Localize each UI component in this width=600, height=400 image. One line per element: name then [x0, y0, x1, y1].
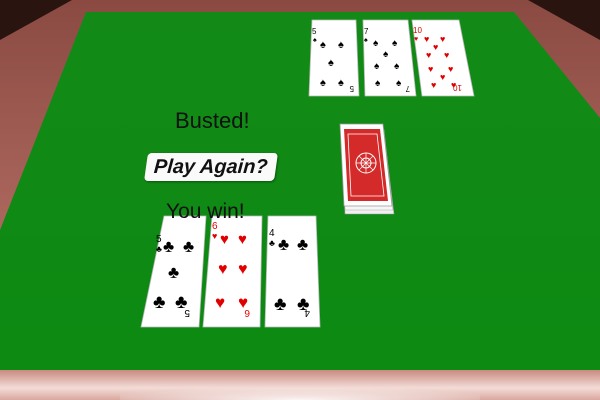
player-card-4-clubs: 4 ♣ ♣ ♣ ♣ ♣ 4 [264, 215, 321, 328]
player-card-3-pip-club-icon: ♣ [274, 294, 286, 315]
player-card-2-pip-heart-icon: ♥ [238, 261, 248, 278]
player-card-1-corner-club-icon: ♣ [156, 244, 162, 254]
dealer-card-3-pip-heart-icon: ♥ [440, 34, 445, 44]
dealer-card-1-pip-spade-icon: ♠ [338, 77, 344, 89]
dealer-status-text: Busted! [175, 108, 250, 133]
dealer-card-2-pip-spade-icon: ♠ [374, 61, 380, 72]
dealer-card-2-pip-spade-icon: ♠ [375, 78, 381, 89]
player-card-1-pip-club-icon: ♣ [163, 237, 174, 256]
dealer-card-3-pip-heart-icon: ♥ [426, 50, 431, 60]
player-card-1-pip-club-icon: ♣ [168, 263, 179, 282]
dealer-card-2-pip-spade-icon: ♠ [392, 38, 398, 49]
player-card-3-pip-club-icon: ♣ [278, 235, 289, 254]
dealer-card-3-pip-heart-icon: ♥ [444, 50, 449, 60]
dealer-card-2-pip-spade-icon: ♠ [394, 61, 400, 72]
player-card-1-rank-bottom: 5 [184, 307, 190, 318]
player-card-3-pip-club-icon: ♣ [297, 235, 308, 254]
player-card-3-rank-bottom: 4 [304, 307, 310, 318]
player-card-1-pip-club-icon: ♣ [183, 237, 194, 256]
dealer-card-3-corner-heart-icon: ♥ [414, 36, 418, 43]
rail-highlight [120, 378, 480, 400]
dealer-card-2-pip-spade-icon: ♠ [396, 78, 402, 89]
dealer-card-1-pip-spade-icon: ♠ [338, 39, 344, 51]
dealer-card-2-pip-spade-icon: ♠ [383, 49, 389, 60]
play-again-button[interactable]: Play Again? [144, 153, 278, 181]
player-card-1-pip-club-icon: ♣ [153, 292, 165, 313]
dealer-card-3-pip-heart-icon: ♥ [448, 64, 453, 74]
dealer-card-1-corner-spade-icon: ♠ [313, 37, 317, 44]
dealer-card-5-spades: 5 ♠ ♠ ♠ ♠ ♠ ♠ 5 [308, 19, 360, 97]
dealer-card-2-rank: 7 [364, 27, 369, 36]
player-card-2-corner-heart-icon: ♥ [212, 231, 217, 241]
play-again-label: Play Again? [153, 155, 269, 178]
dealer-card-3-pip-heart-icon: ♥ [433, 42, 438, 52]
dealer-card-3-rank: 10 [413, 26, 422, 35]
dealer-card-1-pip-spade-icon: ♠ [320, 39, 326, 51]
player-status-text: You win! [166, 200, 245, 223]
card-table-scene: 5 ♠ ♠ ♠ ♠ ♠ ♠ 5 7 ♠ ♠ ♠ ♠ ♠ ♠ ♠ ♠ 7 10 ♥… [0, 0, 600, 400]
dealer-card-3-pip-heart-icon: ♥ [440, 72, 445, 82]
dealer-card-2-rank-bottom: 7 [405, 84, 410, 93]
dealer-card-3-rank-bottom: 10 [453, 83, 462, 92]
dealer-card-1-rank: 5 [312, 27, 317, 36]
dealer-card-2-corner-spade-icon: ♠ [364, 37, 368, 44]
player-card-2-pip-heart-icon: ♥ [238, 231, 247, 248]
player-card-2-pip-heart-icon: ♥ [220, 231, 229, 248]
player-card-2-pip-heart-icon: ♥ [218, 261, 228, 278]
player-card-2-pip-heart-icon: ♥ [215, 293, 225, 312]
player-card-6-hearts: 6 ♥ ♥ ♥ ♥ ♥ ♥ ♥ 6 [202, 215, 263, 328]
dealer-card-1-rank-bottom: 5 [349, 84, 354, 93]
dealer-card-7-spades: 7 ♠ ♠ ♠ ♠ ♠ ♠ ♠ ♠ 7 [362, 19, 417, 97]
dealer-card-3-pip-heart-icon: ♥ [428, 64, 433, 74]
dealer-card-1-pip-spade-icon: ♠ [328, 57, 334, 69]
dealer-card-2-pip-spade-icon: ♠ [373, 38, 379, 49]
dealer-card-3-pip-heart-icon: ♥ [424, 34, 429, 44]
player-card-2-rank-bottom: 6 [244, 307, 250, 318]
player-card-3-corner-club-icon: ♣ [269, 238, 275, 248]
dealer-card-1-pip-spade-icon: ♠ [320, 77, 326, 89]
dealer-card-3-pip-heart-icon: ♥ [431, 80, 436, 90]
